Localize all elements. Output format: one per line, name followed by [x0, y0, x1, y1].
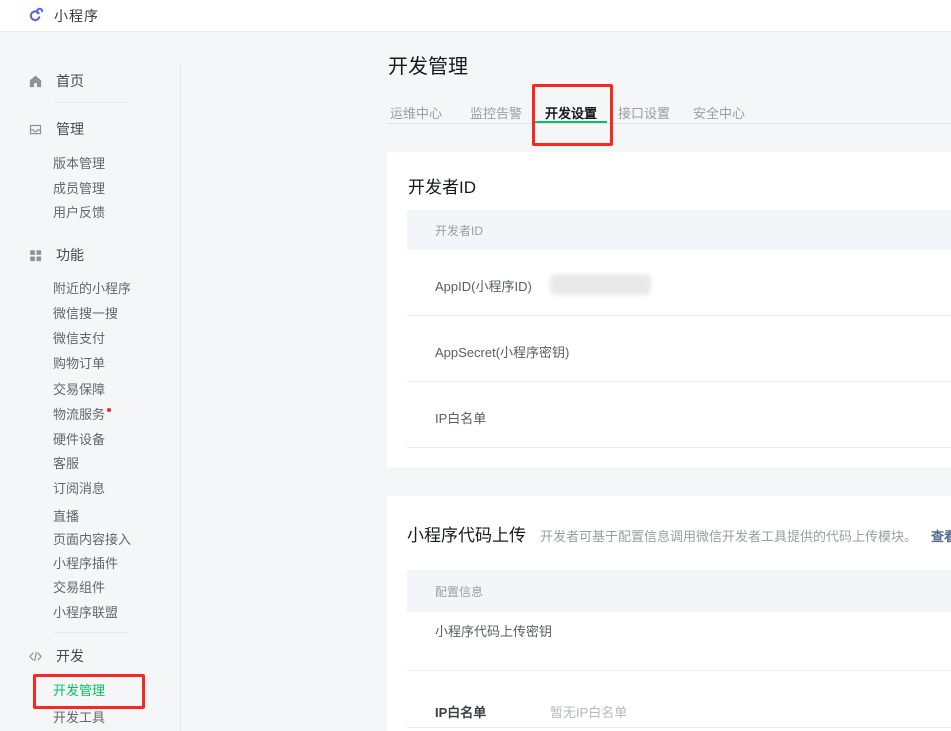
appid-redacted-value	[550, 274, 651, 295]
miniprogram-logo[interactable]: 小程序	[27, 6, 99, 26]
sidebar-item-version-management[interactable]: 版本管理	[53, 156, 105, 172]
code-upload-card: 小程序代码上传 开发者可基于配置信息调用微信开发者工具提供的代码上传模块。 查看…	[387, 496, 951, 731]
sidebar-item-user-feedback[interactable]: 用户反馈	[53, 205, 105, 221]
inbox-icon	[28, 122, 43, 137]
sidebar-item-shopping-orders[interactable]: 购物订单	[53, 356, 105, 372]
view-details-link[interactable]: 查看详情	[931, 526, 951, 545]
sidebar-item-wechat-pay[interactable]: 微信支付	[53, 331, 105, 347]
sidebar-item-subscribe-messages[interactable]: 订阅消息	[53, 481, 105, 497]
sidebar-group-label: 开发	[56, 646, 84, 666]
table-header-label: 开发者ID	[435, 222, 483, 239]
tabs-bottom-border	[387, 123, 951, 124]
sidebar-item-logistics-service[interactable]: 物流服务	[53, 407, 111, 423]
row-divider	[407, 315, 951, 316]
sidebar-item-miniprogram-plugins[interactable]: 小程序插件	[53, 556, 118, 572]
sidebar-group-features[interactable]: 功能	[28, 246, 84, 264]
sidebar-group-management[interactable]: 管理	[28, 120, 84, 138]
table-header-band: 配置信息	[407, 570, 951, 612]
row-divider	[407, 447, 951, 448]
tab-security-center[interactable]: 安全中心	[693, 103, 745, 122]
tab-operations-center[interactable]: 运维中心	[390, 103, 442, 122]
card-title-row: 小程序代码上传 开发者可基于配置信息调用微信开发者工具提供的代码上传模块。 查看…	[407, 521, 951, 546]
sidebar-item-development-tools[interactable]: 开发工具	[53, 710, 105, 726]
sidebar-divider	[53, 102, 130, 103]
page-title: 开发管理	[388, 54, 468, 80]
sidebar-group-label: 首页	[56, 71, 84, 91]
sidebar-item-transaction-guarantee[interactable]: 交易保障	[53, 382, 105, 398]
wechat-miniprogram-console: 小程序 首页 管理 版本管理 成员管理 用户反馈 功	[0, 0, 951, 731]
annotation-box-dev-management-item	[33, 674, 145, 709]
new-badge-dot	[107, 408, 111, 412]
logo-label: 小程序	[54, 6, 99, 26]
sidebar-group-development[interactable]: 开发	[28, 647, 84, 665]
row-divider	[407, 670, 951, 671]
upload-key-row-label: 小程序代码上传密钥	[435, 624, 552, 640]
sidebar-item-nearby-miniprograms[interactable]: 附近的小程序	[53, 281, 131, 297]
sidebar-content-divider	[180, 64, 181, 731]
miniprogram-logo-icon	[27, 7, 45, 25]
sidebar-item-transaction-components[interactable]: 交易组件	[53, 580, 105, 596]
sidebar-item-miniprogram-union[interactable]: 小程序联盟	[53, 605, 118, 621]
sidebar-item-customer-service[interactable]: 客服	[53, 456, 79, 472]
sidebar-group-label: 功能	[56, 245, 84, 265]
tab-api-settings[interactable]: 接口设置	[618, 103, 670, 122]
card-title: 开发者ID	[408, 173, 476, 198]
sidebar-divider	[53, 632, 130, 633]
tab-monitor-alerts[interactable]: 监控告警	[470, 103, 522, 122]
sidebar-item-label: 物流服务	[53, 407, 105, 422]
row-divider	[407, 381, 951, 382]
annotation-box-dev-settings-tab	[532, 84, 613, 146]
home-icon	[28, 74, 43, 89]
ip-whitelist-row-value: 暂无IP白名单	[550, 705, 627, 721]
table-header-band: 开发者ID	[407, 210, 951, 250]
sidebar-group-home[interactable]: 首页	[28, 72, 84, 90]
row-divider	[407, 727, 951, 728]
card-description: 开发者可基于配置信息调用微信开发者工具提供的代码上传模块。	[540, 526, 917, 545]
table-header-label: 配置信息	[435, 583, 483, 600]
top-bar: 小程序	[0, 0, 951, 32]
appsecret-row-label: AppSecret(小程序密钥)	[435, 345, 569, 361]
ip-whitelist-row-label: IP白名单	[435, 411, 486, 427]
card-title: 小程序代码上传	[407, 521, 526, 546]
developer-id-card: 开发者ID 开发者ID AppID(小程序ID) AppSecret(小程序密钥…	[387, 152, 951, 467]
sidebar-item-member-management[interactable]: 成员管理	[53, 181, 105, 197]
ip-whitelist-row-label: IP白名单	[435, 705, 486, 721]
code-icon	[28, 649, 43, 664]
grid-icon	[28, 248, 43, 263]
sidebar-group-label: 管理	[56, 119, 84, 139]
sidebar-item-page-content-access[interactable]: 页面内容接入	[53, 532, 131, 548]
sidebar-item-wechat-search[interactable]: 微信搜一搜	[53, 306, 118, 322]
appid-row-label: AppID(小程序ID)	[435, 279, 532, 295]
sidebar-item-hardware-devices[interactable]: 硬件设备	[53, 432, 105, 448]
sidebar-item-live[interactable]: 直播	[53, 509, 79, 525]
